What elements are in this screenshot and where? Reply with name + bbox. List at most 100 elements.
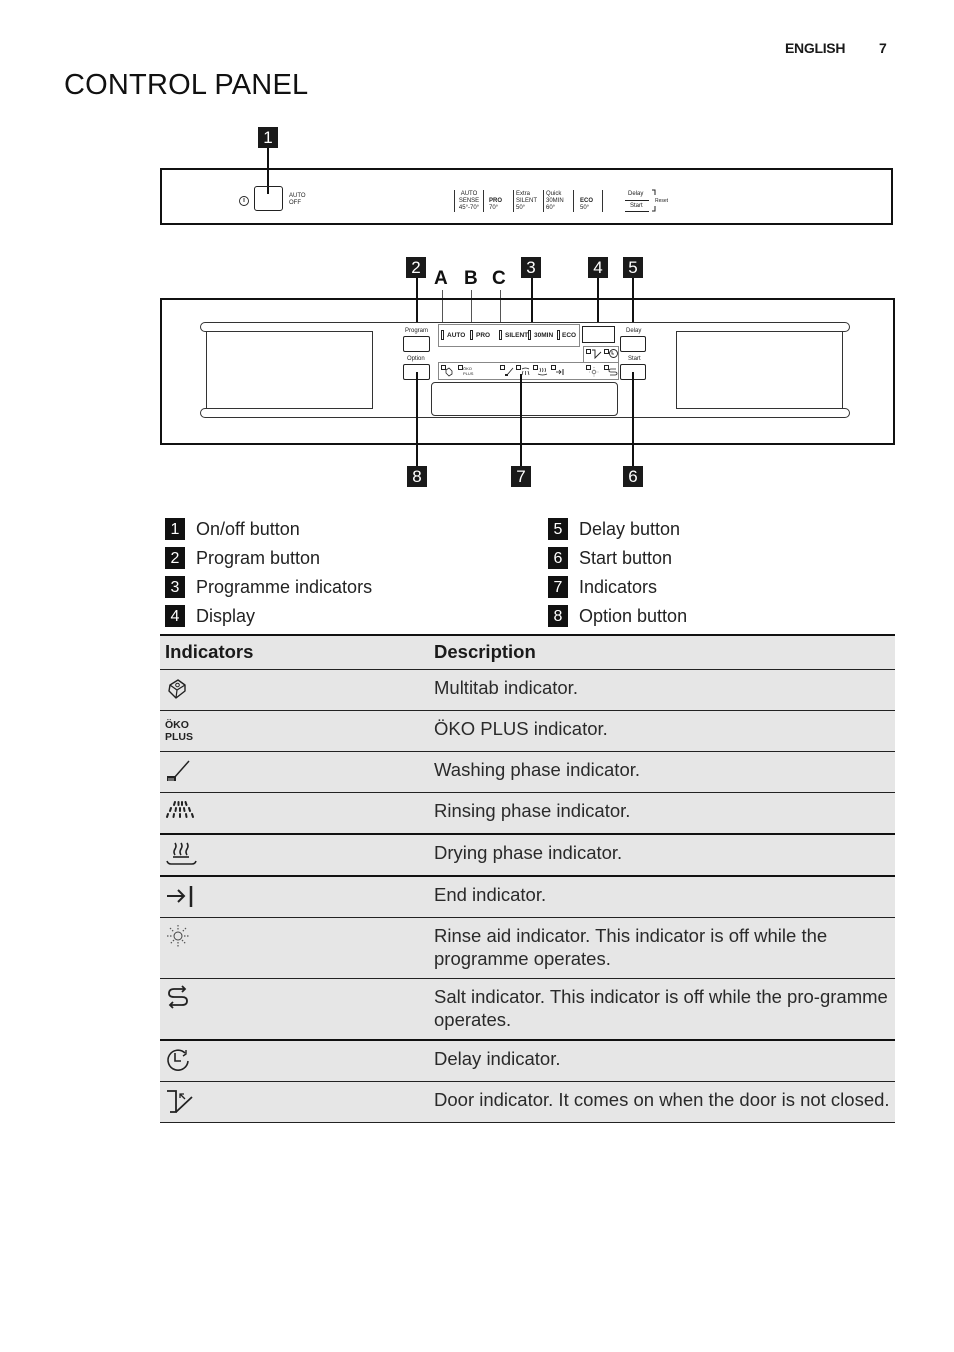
separator: [543, 190, 544, 212]
icon-cell: [160, 876, 429, 918]
programme-label-line: 60°: [546, 205, 556, 211]
auto-off-label: AUTO OFF: [289, 193, 306, 207]
table-row: ÖKO PLUS ÖKO PLUS indicator.: [160, 710, 895, 752]
description-cell: Rinse aid indicator. This indicator is o…: [434, 925, 828, 969]
separator: [513, 190, 514, 212]
led-silent: [499, 330, 502, 340]
legend-number: 1: [165, 518, 185, 540]
legend-label: Delay button: [579, 518, 681, 539]
programme-indicator-silent: SILENT: [505, 332, 529, 339]
icon-cell: [160, 918, 429, 979]
description-cell: Multitab indicator.: [434, 677, 578, 698]
programme-label-quick-30min: Quick 30MIN 60°: [546, 191, 572, 212]
start-label: Start: [628, 356, 641, 362]
reset-label: Reset: [655, 198, 669, 204]
table-row: Washing phase indicator.: [160, 751, 895, 793]
programme-label-auto-sense: AUTO SENSE 45°-70°: [456, 191, 482, 212]
display: [582, 326, 615, 343]
icon-cell: [160, 670, 429, 711]
icon-cell: [160, 1082, 429, 1123]
icon-cell: ÖKO PLUS: [160, 711, 429, 752]
rinsing-phase-icon: [166, 801, 194, 818]
legend-item: 7 Indicators: [548, 576, 657, 598]
programme-label-line: 50°: [580, 205, 590, 211]
description-cell: End indicator.: [434, 884, 547, 905]
legend-item: 3 Programme indicators: [165, 576, 372, 598]
delay-label: Delay: [626, 328, 642, 334]
letter-b: B: [464, 268, 478, 289]
programme-indicator-eco: ECO: [562, 332, 577, 339]
callout-3: 3: [521, 257, 541, 278]
end-icon: [167, 886, 193, 907]
letter-c: C: [492, 268, 506, 289]
callout-7: 7: [511, 466, 531, 487]
callout-4: 4: [588, 257, 608, 278]
header-language: ENGLISH: [785, 40, 846, 56]
legend-label: Option button: [579, 605, 688, 626]
led-30min: [528, 330, 531, 340]
callout-line-7: [520, 374, 522, 466]
led-auto: [441, 330, 444, 340]
separator: [454, 190, 455, 212]
callout-line-8: [416, 372, 418, 466]
programme-label-line: 50°: [516, 205, 526, 211]
programme-label-line: Quick: [546, 191, 562, 197]
oko-plus-label-line: PLUS: [463, 371, 474, 376]
legend-label: Start button: [579, 547, 673, 568]
on-off-button[interactable]: [254, 186, 283, 211]
delay-icon: [167, 1049, 189, 1071]
description-cell: Drying phase indicator.: [434, 842, 623, 863]
legend-item: 6 Start button: [548, 547, 672, 569]
column-header-description: Description: [434, 641, 536, 662]
power-icon: [239, 196, 249, 206]
icon-cell: [160, 752, 429, 793]
icon-cell: [160, 793, 429, 835]
legend-number: 5: [548, 518, 568, 540]
washing-phase-icon: [505, 367, 514, 376]
programme-label-line: 70°: [489, 205, 499, 211]
delay-button[interactable]: [620, 336, 646, 352]
oko-plus-label: ÖKO PLUS: [463, 366, 473, 376]
table-row: Salt indicator. This indicator is off wh…: [160, 978, 895, 1041]
legend-label: Indicators: [579, 576, 658, 597]
legend-number: 2: [165, 547, 185, 569]
table-row: Door indicator. It comes on when the doo…: [160, 1081, 895, 1123]
description-cell: Rinsing phase indicator.: [434, 800, 631, 821]
icon-cell: [160, 1040, 429, 1082]
callout-8: 8: [407, 466, 427, 487]
icon-cell: [160, 834, 429, 876]
legend-number: 6: [548, 547, 568, 569]
oko-plus-icon-line: ÖKO: [165, 719, 189, 731]
page-title: CONTROL PANEL: [64, 69, 309, 101]
programme-label-line: SENSE: [458, 198, 480, 204]
page-number: 7: [879, 40, 887, 56]
delay-icon: [609, 349, 618, 358]
callout-5: 5: [623, 257, 643, 278]
legend-number: 8: [548, 605, 568, 627]
separator: [602, 190, 603, 212]
program-button[interactable]: [403, 336, 430, 352]
legend-number: 7: [548, 576, 568, 598]
programme-indicator-pro: PRO: [476, 332, 491, 339]
description-cell: Delay indicator.: [434, 1048, 561, 1069]
letter-a: A: [434, 268, 448, 289]
table-row: Drying phase indicator.: [160, 834, 895, 876]
drying-phase-icon: [537, 367, 548, 376]
programme-indicator-30min: 30MIN: [534, 332, 554, 339]
legend-item: 8 Option button: [548, 605, 687, 627]
legend-label: Programme indicators: [196, 576, 373, 597]
door-icon: [167, 1090, 193, 1113]
table-row: Multitab indicator.: [160, 669, 895, 711]
callout-2: 2: [406, 257, 426, 278]
callout-6: 6: [623, 466, 643, 487]
legend-label: Display: [196, 605, 256, 626]
washing-phase-icon: [167, 760, 190, 781]
indicators-table: Indicators Description Multitab indicato…: [160, 634, 895, 1123]
description-cell: Washing phase indicator.: [434, 759, 641, 780]
legend-number: 3: [165, 576, 185, 598]
legend-item: 4 Display: [165, 605, 255, 627]
option-label: Option: [407, 356, 425, 362]
column-header-indicators: Indicators: [165, 641, 254, 662]
programme-label-eco: ECO 50°: [580, 198, 598, 212]
auto-off-label-line: AUTO: [289, 193, 306, 199]
